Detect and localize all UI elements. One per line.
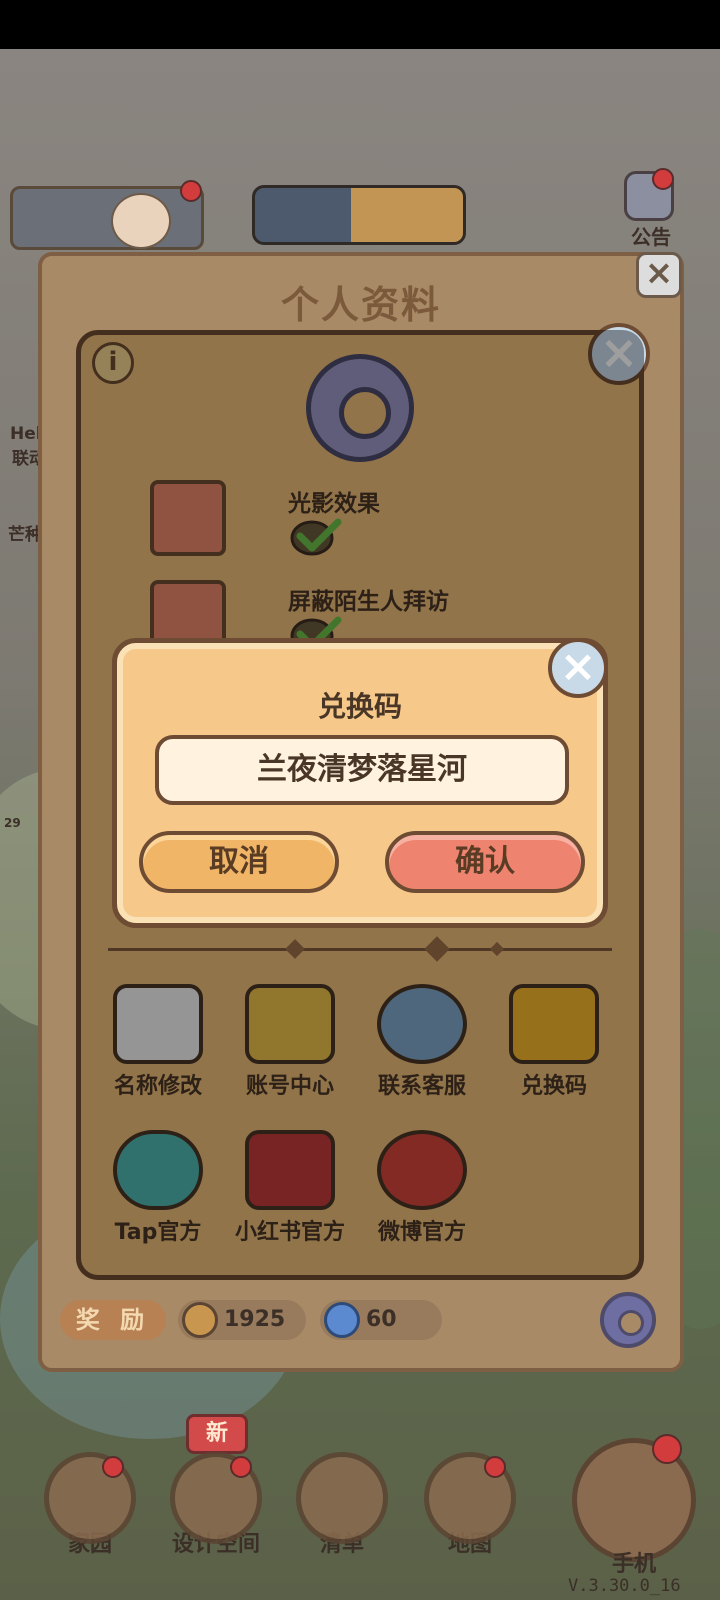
moon-segment xyxy=(255,188,351,242)
avatar xyxy=(111,193,171,249)
side-count: 29 xyxy=(4,816,21,830)
notification-dot xyxy=(180,180,202,202)
status-bar xyxy=(0,0,720,49)
confirm-button[interactable]: 确认 xyxy=(385,831,585,893)
notification-dot xyxy=(484,1456,506,1478)
reward-tag[interactable]: 奖 励 xyxy=(60,1300,166,1340)
day-night-indicator[interactable] xyxy=(252,185,466,245)
swirl-currency: 60 xyxy=(320,1300,442,1340)
settings-gear-button[interactable] xyxy=(600,1292,656,1348)
notification-dot xyxy=(230,1456,252,1478)
coin-amount: 1925 xyxy=(224,1307,286,1332)
redeem-code-input[interactable]: 兰夜清梦落星河 xyxy=(155,735,569,805)
swirl-icon xyxy=(324,1302,360,1338)
side-event-label: Hel xyxy=(10,424,42,444)
notice-button[interactable]: 公告 xyxy=(606,165,696,249)
cancel-button[interactable]: 取消 xyxy=(139,831,339,893)
nav-checklist[interactable]: 清单 xyxy=(290,1452,394,1558)
phone-label: 手机 xyxy=(611,1552,656,1577)
player-avatar-frame[interactable] xyxy=(10,186,204,250)
coin-icon xyxy=(182,1302,218,1338)
notification-dot xyxy=(102,1456,124,1478)
page-title: 个人资料 xyxy=(280,283,441,327)
notice-label: 公告 xyxy=(631,225,671,249)
notification-dot xyxy=(652,168,674,190)
version-label: V.3.30.0_16 xyxy=(568,1576,681,1596)
new-badge: 新 xyxy=(186,1414,248,1454)
redeem-dialog: 兑换码 兰夜清梦落星河 取消 确认 xyxy=(112,638,608,928)
nav-home[interactable]: 家园 xyxy=(38,1452,142,1558)
dialog-title: 兑换码 xyxy=(317,690,402,723)
sun-segment xyxy=(351,188,463,242)
nav-map[interactable]: 地图 xyxy=(418,1452,522,1558)
swirl-amount: 60 xyxy=(366,1307,397,1332)
side-event-label: 芒种 xyxy=(8,525,42,545)
dialog-close-button[interactable]: × xyxy=(548,638,608,698)
coin-currency: 1925 xyxy=(178,1300,306,1340)
profile-close-button[interactable]: × xyxy=(636,252,682,298)
notification-dot xyxy=(652,1434,682,1464)
nav-design-space[interactable]: 设计空间 xyxy=(164,1452,268,1558)
checklist-icon xyxy=(296,1452,388,1544)
